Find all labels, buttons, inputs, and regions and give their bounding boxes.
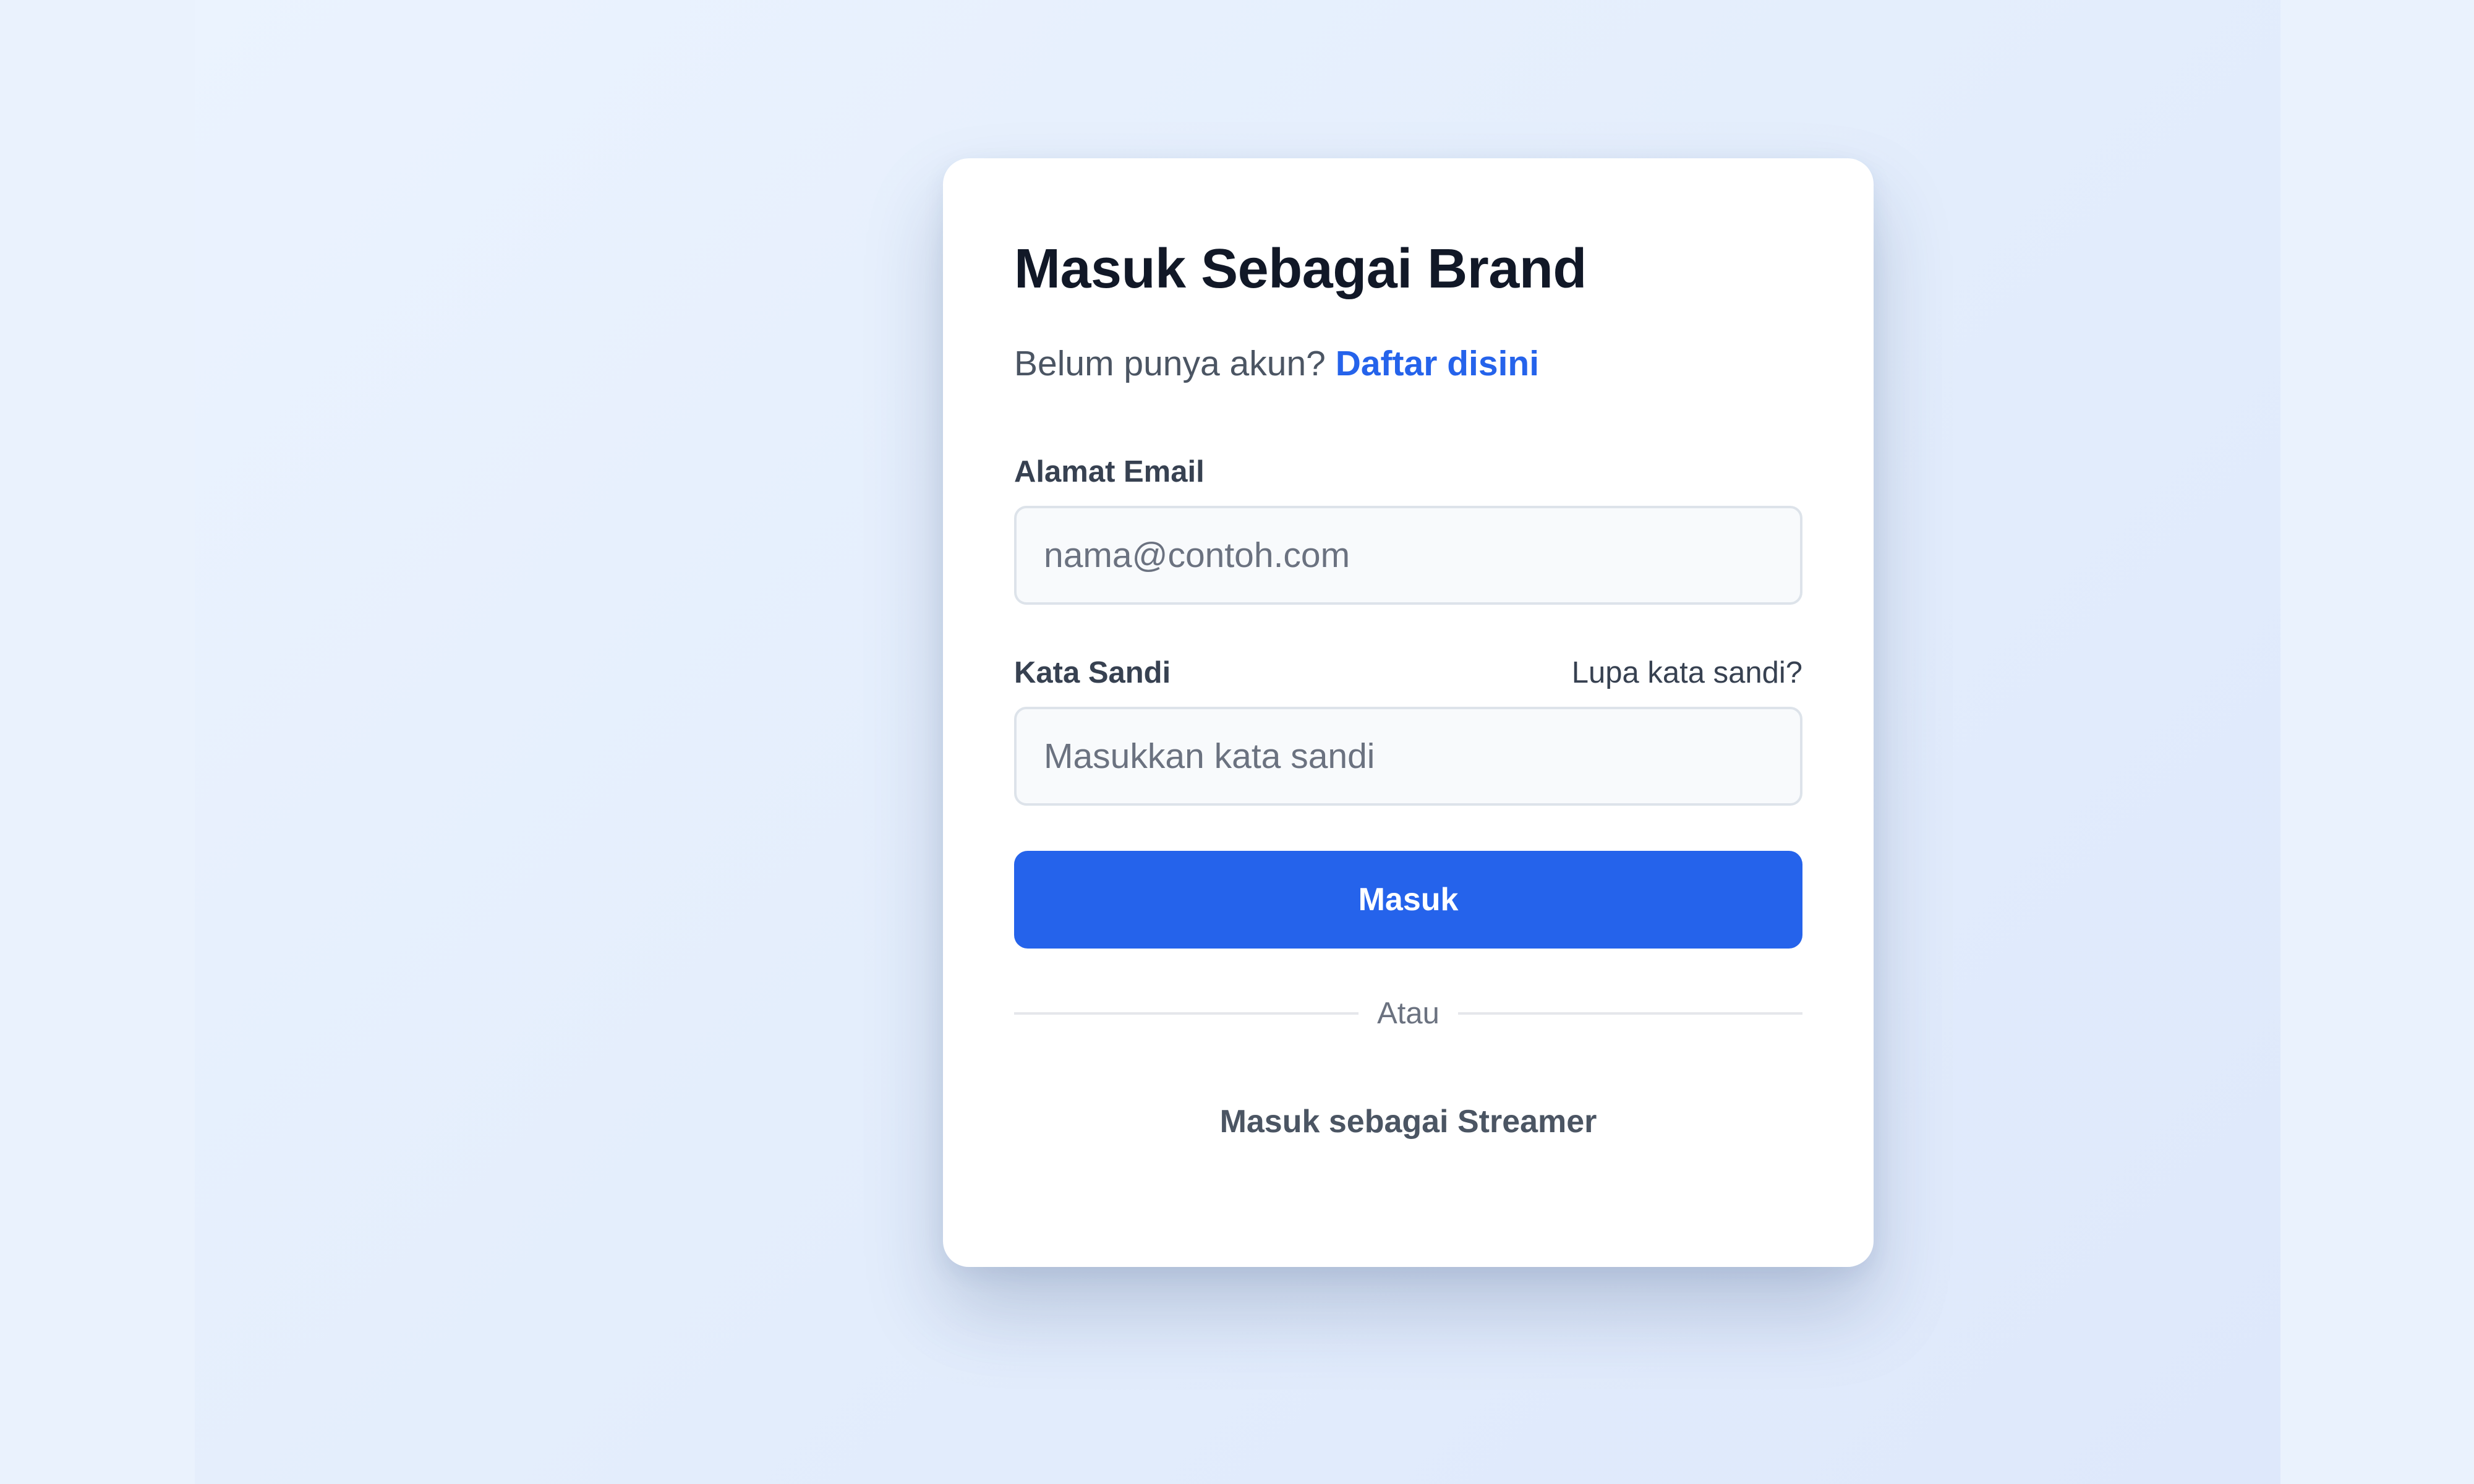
divider-line-left [1014, 1012, 1359, 1015]
page-margin-right [2279, 0, 2474, 1484]
page-margin-left [0, 0, 195, 1484]
page-background: Masuk Sebagai Brand Belum punya akun? Da… [195, 0, 2280, 1484]
forgot-password-link[interactable]: Lupa kata sandi? [1572, 651, 1802, 694]
page-title: Masuk Sebagai Brand [1014, 238, 1587, 300]
register-link[interactable]: Daftar disini [1336, 344, 1539, 383]
password-label: Kata Sandi [1014, 656, 1171, 689]
divider-text: Atau [1377, 997, 1440, 1030]
streamer-login-link[interactable]: Masuk sebagai Streamer [1014, 1100, 1802, 1143]
register-prompt-text: Belum punya akun? [1014, 344, 1326, 383]
divider: Atau [1014, 992, 1802, 1035]
password-input[interactable] [1014, 707, 1802, 806]
email-input[interactable] [1014, 506, 1802, 605]
password-label-row: Kata Sandi Lupa kata sandi? [1014, 651, 1802, 694]
submit-button[interactable]: Masuk [1014, 851, 1802, 949]
divider-line-right [1457, 1012, 1802, 1015]
email-label-row: Alamat Email [1014, 450, 1802, 493]
login-card: Masuk Sebagai Brand Belum punya akun? Da… [943, 158, 1874, 1267]
register-prompt: Belum punya akun? Daftar disini [1014, 339, 1802, 388]
email-label: Alamat Email [1014, 455, 1205, 488]
